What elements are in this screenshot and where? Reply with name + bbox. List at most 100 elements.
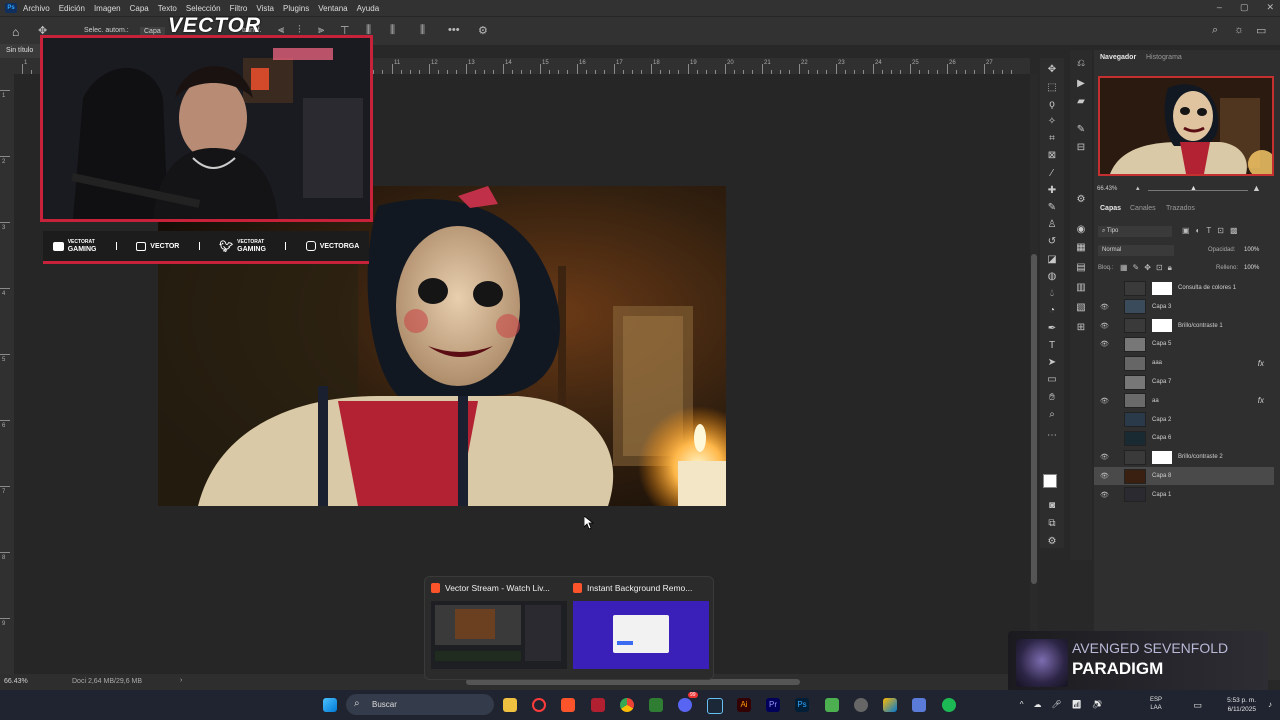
layer-row[interactable]: 👁︎ Brillo/contraste 2 — [1094, 448, 1274, 466]
visibility-eye-icon[interactable]: 👁︎ — [1100, 491, 1112, 499]
app-icon[interactable] — [912, 698, 926, 712]
hand-tool-icon[interactable]: ✋︎ — [1046, 392, 1058, 404]
opera-icon[interactable] — [532, 698, 546, 712]
type-tool-icon[interactable]: T — [1046, 340, 1058, 352]
history-brush-icon[interactable]: ↺ — [1046, 236, 1058, 248]
premiere-icon[interactable]: Pr — [766, 698, 780, 712]
tab-canales[interactable]: Canales — [1130, 205, 1156, 212]
clone-stamp-icon[interactable]: ♙ — [1046, 219, 1058, 231]
layer-row[interactable]: Capa 2 — [1094, 411, 1274, 429]
close-icon[interactable]: ✕ — [1266, 2, 1274, 13]
brush-panel-icon[interactable]: ✎ — [1075, 124, 1087, 136]
rectangle-tool-icon[interactable]: ▭ — [1046, 374, 1058, 386]
blend-mode-dropdown[interactable]: Normal — [1098, 245, 1174, 256]
color-panel-icon[interactable]: ◉ — [1075, 224, 1087, 236]
tab-capas[interactable]: Capas — [1100, 205, 1121, 212]
libraries-panel-icon[interactable]: ▤ — [1075, 262, 1087, 274]
spotify-icon[interactable] — [942, 698, 956, 712]
app-icon[interactable] — [591, 698, 605, 712]
menu-archivo[interactable]: Archivo — [23, 4, 50, 13]
crop-tool-icon[interactable]: ⌗ — [1046, 133, 1058, 145]
blur-tool-icon[interactable]: 💧︎ — [1046, 288, 1058, 300]
navigator-zoom-slider[interactable] — [1148, 190, 1248, 191]
gradients-panel-icon[interactable]: ▥ — [1075, 282, 1087, 294]
app-icon[interactable] — [825, 698, 839, 712]
tray-icons[interactable]: ^☁🎤︎📶︎🔊︎ — [1020, 700, 1112, 709]
layer-row[interactable]: 👁︎ Capa 8 — [1094, 467, 1274, 485]
menu-capa[interactable]: Capa — [130, 4, 149, 13]
layer-mask-thumbnail[interactable] — [1152, 281, 1172, 295]
brush-tool-icon[interactable]: ✎ — [1046, 202, 1058, 214]
adjustments-panel-icon[interactable]: ⊟ — [1075, 142, 1087, 154]
gear-icon[interactable]: ⚙ — [478, 24, 488, 37]
more-options-icon[interactable]: ••• — [448, 24, 460, 36]
visibility-eye-icon[interactable]: 👁︎ — [1100, 397, 1112, 405]
zoom-level[interactable]: 66.43% — [4, 678, 28, 685]
menu-vista[interactable]: Vista — [256, 4, 274, 13]
layer-mask-thumbnail[interactable] — [1152, 450, 1172, 464]
magic-wand-icon[interactable]: ✧ — [1046, 116, 1058, 128]
menu-ayuda[interactable]: Ayuda — [357, 4, 380, 13]
menu-filtro[interactable]: Filtro — [230, 4, 248, 13]
swatches-panel-icon[interactable]: ▦ — [1075, 242, 1087, 254]
taskbar-search[interactable]: ⌕ Buscar — [346, 694, 494, 715]
layer-row[interactable]: Consulta de colores 1 — [1094, 279, 1274, 297]
layer-filter-dropdown[interactable]: ⌕ Tipo — [1098, 226, 1172, 237]
preview-window-1[interactable]: Vector Stream - Watch Liv... — [431, 583, 567, 669]
layer-filter-icons[interactable]: ▣◐T⊡▩ — [1182, 226, 1244, 235]
search-icon[interactable]: ⌕ — [1212, 24, 1218, 37]
visibility-eye-icon[interactable]: 👁︎ — [1100, 453, 1112, 461]
discord-icon[interactable] — [678, 698, 692, 712]
layer-row[interactable]: Capa 7 — [1094, 373, 1274, 391]
tab-trazados[interactable]: Trazados — [1166, 205, 1195, 212]
layer-row[interactable]: 👁︎ aa fx — [1094, 392, 1274, 410]
app-icon[interactable] — [883, 698, 897, 712]
zoom-slider-handle[interactable]: ▲ — [1190, 185, 1197, 192]
layer-mask-thumbnail[interactable] — [1152, 319, 1172, 333]
marquee-tool-icon[interactable]: ⬚ — [1046, 82, 1058, 94]
zoom-tool-icon[interactable]: ⌕ — [1046, 409, 1058, 421]
notifications-bell-icon[interactable]: ♪ — [1268, 700, 1272, 709]
dodge-tool-icon[interactable]: ◔ — [1046, 305, 1058, 317]
zoom-out-icon[interactable]: ▴ — [1136, 184, 1140, 192]
brave-icon[interactable] — [561, 698, 575, 712]
preview-window-2[interactable]: Instant Background Remo... — [573, 583, 709, 669]
photoshop-logo-icon[interactable]: Ps — [5, 3, 17, 13]
minimize-icon[interactable]: – — [1217, 2, 1222, 13]
app-icon[interactable] — [649, 698, 663, 712]
layer-row[interactable]: 👁︎ Capa 3 — [1094, 298, 1274, 316]
obs-icon[interactable] — [854, 698, 868, 712]
frame-tool-icon[interactable]: ⊠ — [1046, 150, 1058, 162]
menu-texto[interactable]: Texto — [158, 4, 177, 13]
layer-effects-icon[interactable]: fx — [1258, 359, 1264, 368]
layer-row[interactable]: aaa fx — [1094, 354, 1274, 372]
healing-brush-icon[interactable]: ✚ — [1046, 185, 1058, 197]
menu-plugins[interactable]: Plugins — [283, 4, 309, 13]
clock[interactable]: 5:53 p. m. 6/11/2025 — [1227, 696, 1256, 714]
pen-tool-icon[interactable]: ✒ — [1046, 323, 1058, 335]
layer-row[interactable]: Capa 6 — [1094, 429, 1274, 447]
fill-value[interactable]: 100% — [1244, 265, 1259, 271]
discover-icon[interactable]: ☼ — [1234, 24, 1244, 36]
layers-comp-icon[interactable]: ⊞ — [1075, 322, 1087, 334]
visibility-eye-icon[interactable]: 👁︎ — [1100, 472, 1112, 480]
eraser-icon[interactable]: ◪ — [1046, 254, 1058, 266]
navigator-zoom[interactable]: 66.43% — [1097, 186, 1117, 192]
windows-start-icon[interactable] — [323, 698, 337, 712]
photoshop-icon[interactable]: Ps — [795, 698, 809, 712]
share-icon[interactable]: ▭ — [1256, 24, 1266, 37]
distribute-h-icon[interactable]: ⫼ — [420, 24, 425, 37]
visibility-eye-icon[interactable]: 👁︎ — [1100, 340, 1112, 348]
move-tool-icon[interactable]: ✥ — [1046, 64, 1058, 76]
layer-row[interactable]: 👁︎ Capa 5 — [1094, 335, 1274, 353]
history-panel-icon[interactable]: ⎌ — [1075, 58, 1087, 70]
doc-info[interactable]: Doci 2,64 MB/29,6 MB — [72, 678, 142, 685]
visibility-eye-icon[interactable]: 👁︎ — [1100, 303, 1112, 311]
layer-row[interactable]: 👁︎ Capa 1 — [1094, 486, 1274, 504]
paint-bucket-icon[interactable]: ◍ — [1046, 271, 1058, 283]
maximize-icon[interactable]: ▢ — [1240, 2, 1249, 13]
file-explorer-icon[interactable] — [503, 698, 517, 712]
illustrator-icon[interactable]: Ai — [737, 698, 751, 712]
menu-imagen[interactable]: Imagen — [94, 4, 121, 13]
opacity-value[interactable]: 100% — [1244, 247, 1259, 253]
